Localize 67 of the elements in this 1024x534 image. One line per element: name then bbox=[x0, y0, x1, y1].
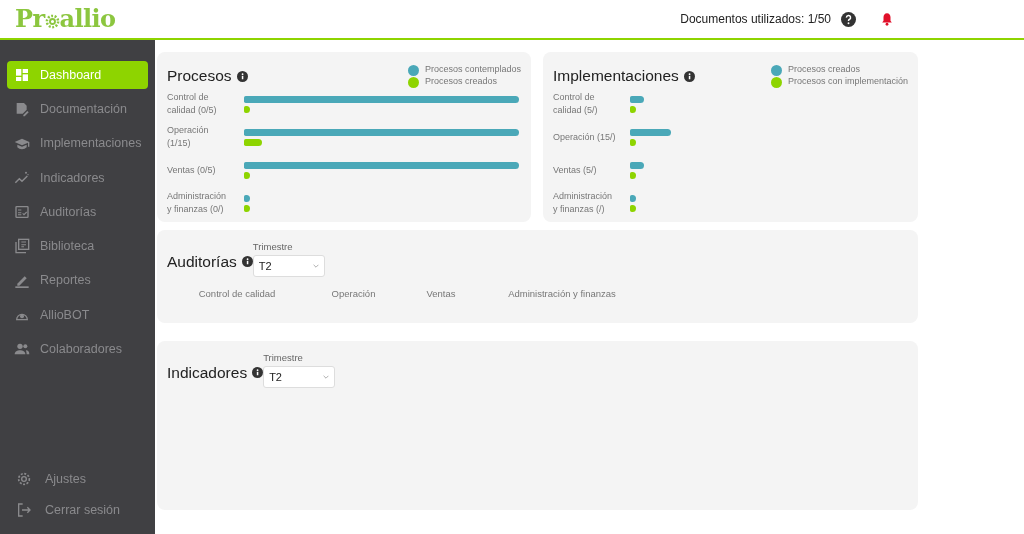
category-label: Administración y finanzas (/) bbox=[553, 190, 614, 216]
category-label: Control de calidad (0/5) bbox=[167, 91, 218, 117]
card-title: Implementaciones bbox=[553, 66, 679, 87]
bar bbox=[630, 128, 672, 136]
gear-icon bbox=[44, 14, 60, 29]
sidebar-item[interactable]: Documentación bbox=[7, 95, 148, 124]
category-label: Operación (1/15) bbox=[167, 124, 210, 150]
logo-text: Pr bbox=[15, 3, 45, 35]
legend-label: Procesos con implementación bbox=[787, 75, 908, 89]
documents-used-text: Documentos utilizados: 1/50 bbox=[680, 11, 831, 28]
column-header: Operación bbox=[330, 287, 377, 302]
library-icon bbox=[14, 238, 30, 255]
category-label: Control de calidad (5/) bbox=[553, 91, 599, 117]
field-label: Trimestre bbox=[263, 351, 304, 365]
sidebar-item[interactable]: Cerrar sesión bbox=[7, 496, 148, 524]
info-icon bbox=[241, 256, 253, 268]
document-icon bbox=[14, 101, 30, 118]
bar bbox=[244, 194, 250, 202]
info-icon bbox=[683, 70, 695, 82]
grid-icon bbox=[14, 67, 30, 83]
bar bbox=[630, 105, 636, 113]
bar bbox=[630, 171, 636, 179]
bar bbox=[244, 204, 250, 212]
bar bbox=[630, 95, 644, 103]
bar bbox=[630, 194, 636, 202]
category-label: Ventas (0/5) bbox=[167, 163, 217, 177]
field-label: Trimestre bbox=[252, 240, 294, 254]
sidebar-item[interactable]: Implementaciones bbox=[7, 129, 148, 158]
category-label: Administración y finanzas (0/) bbox=[167, 190, 228, 216]
chevron-icon bbox=[312, 264, 319, 269]
legend-label: Procesos creados bbox=[424, 75, 497, 89]
bar bbox=[244, 171, 250, 179]
sidebar-item[interactable]: Reportes bbox=[7, 266, 148, 295]
column-header: Administración y finanzas bbox=[507, 287, 617, 302]
chevron-icon bbox=[323, 375, 330, 380]
bar bbox=[244, 105, 250, 113]
bar bbox=[630, 204, 636, 212]
help-icon[interactable] bbox=[841, 11, 856, 27]
bar bbox=[630, 161, 644, 169]
bar bbox=[630, 138, 636, 146]
category-label: Operación (15/) bbox=[553, 130, 617, 144]
info-icon bbox=[236, 70, 248, 82]
card-title: Procesos bbox=[167, 66, 232, 87]
sidebar-item[interactable]: Auditorías bbox=[7, 198, 148, 227]
card-title: Indicadores bbox=[167, 363, 248, 383]
sidebar-item[interactable]: Dashboard bbox=[7, 61, 148, 89]
legend-label: Procesos creados bbox=[787, 63, 860, 77]
quarter-select[interactable]: T2 bbox=[263, 366, 336, 389]
card-title: Auditorías bbox=[167, 252, 237, 272]
sidebar-item[interactable]: Biblioteca bbox=[7, 232, 148, 261]
sidebar-item[interactable]: AllioBOT bbox=[7, 301, 148, 330]
checklist-icon bbox=[14, 204, 30, 221]
settings-icon bbox=[16, 471, 32, 487]
column-header: Ventas bbox=[425, 287, 457, 302]
sidebar-item[interactable]: Ajustes bbox=[7, 465, 148, 493]
info-icon bbox=[252, 367, 264, 379]
category-label: Ventas (5/) bbox=[553, 163, 598, 177]
sidebar-item[interactable]: Colaboradores bbox=[7, 335, 148, 364]
quarter-select[interactable]: T2 bbox=[252, 255, 325, 278]
trend-line-icon bbox=[14, 169, 30, 186]
legend-label: Procesos contemplados bbox=[424, 63, 521, 77]
logout-icon bbox=[16, 502, 32, 518]
column-header: Control de calidad bbox=[197, 287, 277, 302]
bell-icon[interactable] bbox=[880, 12, 894, 26]
sidebar-item[interactable]: Indicadores bbox=[7, 163, 148, 192]
logo-text: allio bbox=[59, 3, 116, 35]
bar bbox=[244, 138, 262, 146]
